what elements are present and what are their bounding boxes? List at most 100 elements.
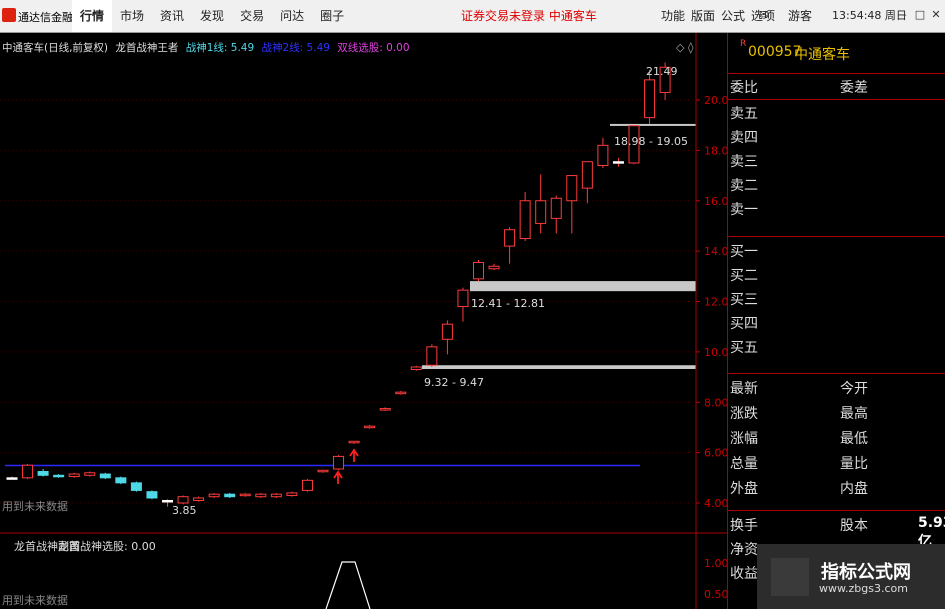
menu-market[interactable]: 市场 xyxy=(112,0,152,32)
close-icon[interactable]: ✕ xyxy=(930,9,942,21)
candle-body xyxy=(146,491,158,499)
indicator-name: 龙首战神王者 xyxy=(115,42,179,54)
y-tick-label: 10.00 xyxy=(704,346,727,359)
buy5-label: 买五 xyxy=(730,340,758,356)
zone3-label: 18.98 - 19.05 xyxy=(614,135,688,148)
quote-header: R 000957 中通客车 xyxy=(728,33,945,74)
candle-body xyxy=(612,161,624,164)
candle-body xyxy=(84,472,96,476)
buy-arrow-1 xyxy=(333,470,343,484)
trade-login-notice[interactable]: 证券交易未登录 中通客车 xyxy=(461,0,597,32)
guest-login[interactable]: 游客 xyxy=(788,0,812,32)
candle-body xyxy=(224,493,236,498)
menu-market-quotes[interactable]: 行情 xyxy=(72,0,113,32)
watermark-sub: www.zbgs3.com xyxy=(819,582,908,595)
open-label: 今开 xyxy=(840,381,868,397)
tool-layout[interactable]: 版面 xyxy=(688,0,718,32)
candle-body xyxy=(317,469,329,473)
candle-body xyxy=(68,473,80,478)
chart-nav-icon[interactable]: ◇ ◊ xyxy=(676,41,693,54)
candle-body xyxy=(519,200,531,240)
main-menu: 行情 市场 资讯 发现 交易 问达 圈子 xyxy=(72,0,352,32)
candle-body xyxy=(566,175,578,202)
candle-body xyxy=(488,265,500,270)
candle-body xyxy=(208,493,220,498)
watermark: 指标公式网 www.zbgs3.com xyxy=(757,544,945,609)
latest-label: 最新 xyxy=(730,381,758,397)
ratio-label: 委比 xyxy=(730,80,758,96)
candle-body xyxy=(581,161,593,189)
menu-news[interactable]: 资讯 xyxy=(152,0,192,32)
r-mark-icon: R xyxy=(740,39,747,49)
stock-title: 中通客车(日线,前复权) xyxy=(2,42,109,54)
change-label: 涨跌 xyxy=(730,406,758,422)
price-zone xyxy=(470,281,696,292)
volume-ratio-label: 量比 xyxy=(840,456,868,472)
zone2-label: 12.41 - 12.81 xyxy=(471,297,545,310)
menu-circle[interactable]: 圈子 xyxy=(312,0,352,32)
candle-body xyxy=(348,440,360,444)
candle-body xyxy=(115,477,127,484)
tool-function[interactable]: 功能 xyxy=(658,0,688,32)
candle-body xyxy=(286,492,298,496)
candle-body xyxy=(644,79,656,119)
kline-chart[interactable]: 4.00 6.00 8.00 10.00 12.00 14.00 16.00 18.00 20.… xyxy=(0,33,727,609)
candle-body xyxy=(53,474,65,478)
candle-body xyxy=(473,261,484,280)
candle-body xyxy=(301,479,313,491)
diff-label: 委差 xyxy=(840,80,868,96)
candle-body xyxy=(441,323,453,340)
watermark-logo-icon xyxy=(771,558,809,596)
divider xyxy=(728,99,945,100)
chart-info-line: 中通客车(日线,前复权) 龙首战神王者 战神1线: 5.49 战神2线: 5.4… xyxy=(2,40,414,55)
tool-formula[interactable]: 公式 xyxy=(718,0,748,32)
buy4-label: 买四 xyxy=(730,316,758,332)
sell2-label: 卖二 xyxy=(730,178,758,194)
chart-area[interactable]: 4.00 6.00 8.00 10.00 12.00 14.00 16.00 18.00 20.… xyxy=(0,33,727,609)
y-tick-label: 12.00 xyxy=(704,296,727,309)
sub-future-data-label: 用到未来数据 xyxy=(2,593,68,607)
menu-discover[interactable]: 发现 xyxy=(192,0,232,32)
minimize-icon[interactable]: – xyxy=(898,9,910,21)
future-data-label: 用到未来数据 xyxy=(2,499,68,513)
inner-label: 内盘 xyxy=(840,481,868,497)
candle-body xyxy=(239,493,251,497)
buy-arrow-2 xyxy=(349,448,359,462)
divider xyxy=(728,236,945,237)
y-tick-label: 8.00 xyxy=(704,396,727,409)
low-price-label: 3.85 xyxy=(172,504,197,517)
candle-body xyxy=(130,482,142,491)
signal-curve xyxy=(325,561,371,609)
y-tick-label: 4.00 xyxy=(704,497,727,510)
candle-body xyxy=(22,464,34,479)
buy1-label: 买一 xyxy=(730,244,758,260)
candle-body xyxy=(457,289,469,308)
line1-value: 战神1线: 5.49 xyxy=(185,42,255,54)
turnover-label: 换手 xyxy=(730,518,758,534)
top-bar: 通达信金融终端 行情 市场 资讯 发现 交易 问达 圈子 证券交易未登录 中通客… xyxy=(0,0,945,33)
app-logo-icon xyxy=(2,8,16,22)
high-price-label: 21.49 xyxy=(646,65,678,78)
divider xyxy=(728,510,945,511)
y-tick-label: 16.00 xyxy=(704,195,727,208)
candle-body xyxy=(395,391,407,395)
menu-ask[interactable]: 问达 xyxy=(272,0,312,32)
capital-label: 股本 xyxy=(840,518,868,534)
quote-panel: R 000957 中通客车 委比 委差 卖五 卖四 卖三 卖二 卖一 买一 买二… xyxy=(727,33,945,609)
candle-body xyxy=(255,493,267,498)
message-icon[interactable]: ✉ xyxy=(758,9,770,21)
y-tick-label: 14.00 xyxy=(704,245,727,258)
sub-chart-select: 龙首战神选股: 0.00 xyxy=(58,539,156,553)
buy3-label: 买三 xyxy=(730,292,758,308)
net-asset-label: 净资 xyxy=(730,542,758,558)
y-tick-label: 20.00 xyxy=(704,94,727,107)
candle-body xyxy=(504,229,516,247)
change-pct-label: 涨幅 xyxy=(730,431,758,447)
menu-trade[interactable]: 交易 xyxy=(232,0,272,32)
candle-body xyxy=(410,366,422,371)
candle-body xyxy=(270,493,282,498)
candle-body xyxy=(426,346,438,366)
maximize-icon[interactable]: □ xyxy=(914,9,926,21)
candle-body xyxy=(364,425,376,429)
clock: 13:54:48 周日 xyxy=(832,9,907,22)
